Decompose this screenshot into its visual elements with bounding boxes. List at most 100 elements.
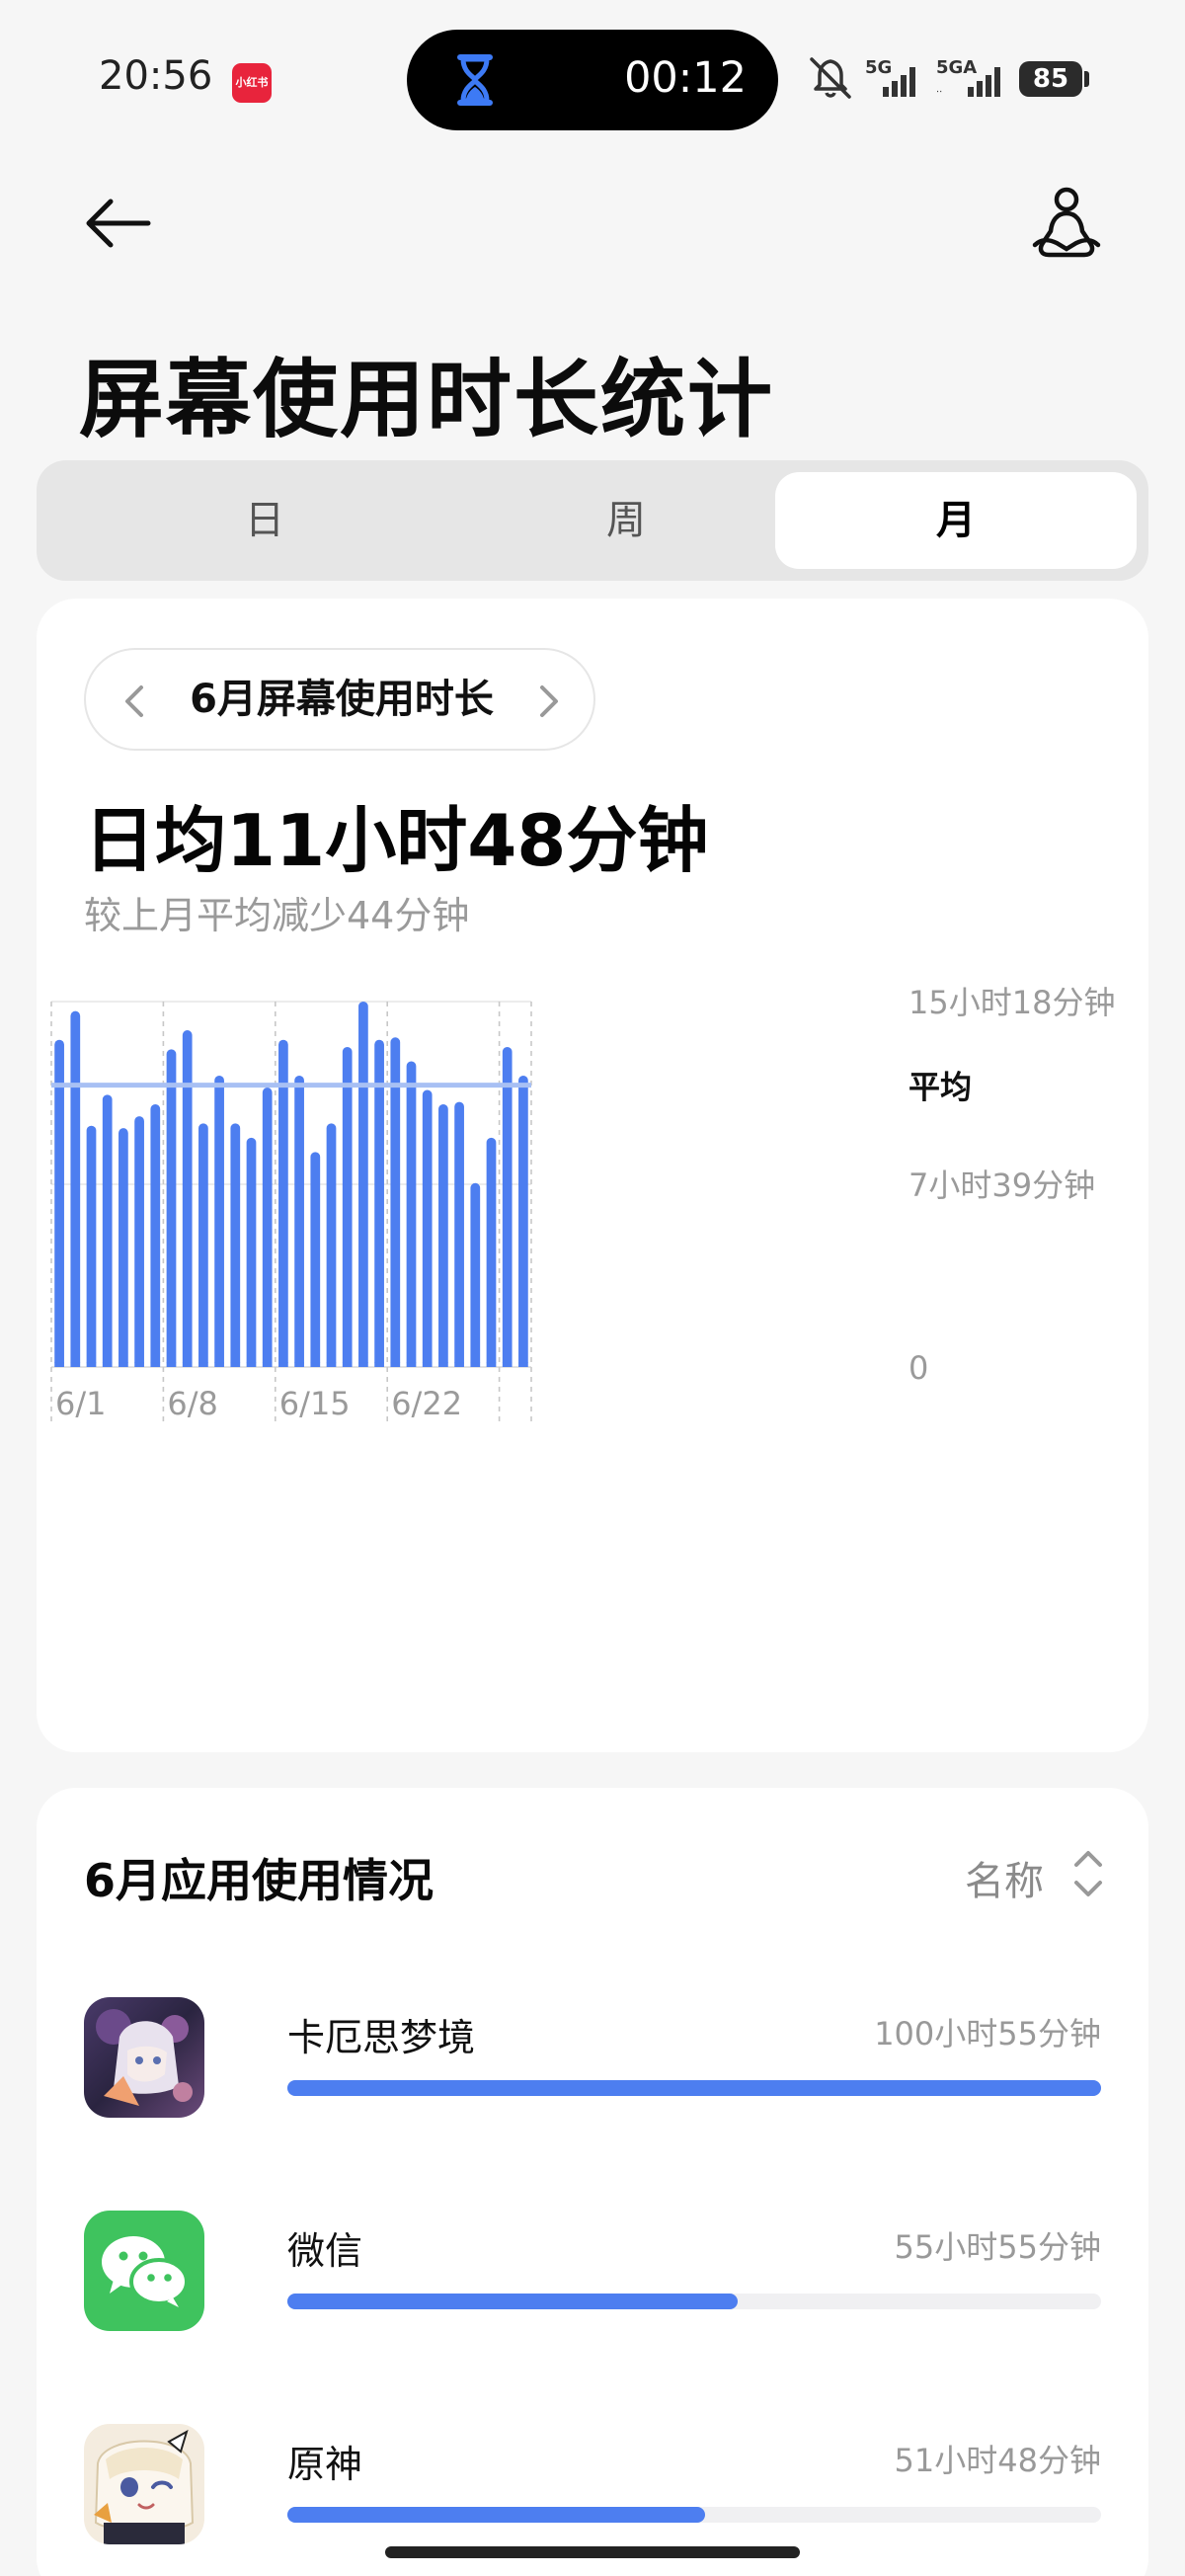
bar-base (118, 1362, 128, 1367)
bar (86, 1125, 97, 1367)
usage-summary-card: 6月屏幕使用时长 日均11小时48分钟 较上月平均减少44分钟 平均 15小时18… (37, 599, 1148, 1752)
bar-base (214, 1362, 224, 1367)
bar-base (358, 1362, 368, 1367)
bar-base (166, 1362, 177, 1367)
bar-base (374, 1362, 384, 1367)
chaos-zero-nightmare-app-icon (84, 1997, 204, 2118)
meditation-icon[interactable] (1027, 184, 1106, 269)
bar (486, 1137, 497, 1367)
sort-button[interactable]: 名称 (965, 1849, 1044, 1906)
bar-base (294, 1362, 304, 1367)
genshin-impact-app-icon (84, 2424, 204, 2544)
bar-base (486, 1362, 497, 1367)
bar-base (198, 1362, 208, 1367)
bar-base (502, 1362, 513, 1367)
bar-base (182, 1362, 193, 1367)
x-tick-label: 6/1 (55, 1385, 107, 1422)
battery-nub (1084, 71, 1089, 87)
bar (166, 1049, 177, 1367)
bar (230, 1123, 241, 1367)
bar (422, 1089, 433, 1367)
usage-progress-track (287, 2294, 1101, 2309)
usage-progress-track (287, 2507, 1101, 2523)
bar-base (422, 1362, 433, 1367)
bar-base (150, 1362, 161, 1367)
bar-base (70, 1362, 81, 1367)
bar (150, 1103, 161, 1367)
bar (102, 1094, 113, 1367)
app-row-wechat[interactable]: 微信 55小时55分钟 (84, 2211, 1101, 2333)
usage-bar-chart: 平均 15小时18分钟 7小时39分钟 0 6/1 6/8 6/15 6/22 (50, 984, 1115, 1424)
bar-base (246, 1362, 257, 1367)
bar (438, 1103, 448, 1367)
status-indicators: 5G 5GA ⋅⋅ 85 (808, 49, 1094, 109)
bar (214, 1075, 224, 1367)
bar (358, 1002, 368, 1367)
sort-chevrons-icon[interactable] (1068, 1845, 1108, 1902)
bar (470, 1182, 481, 1367)
app-usage-card: 6月应用使用情况 名称 卡厄思梦境 100小时55分钟 微信 55小时55分钟 … (37, 1788, 1148, 2576)
hourglass-icon (457, 54, 493, 106)
bar-base (262, 1362, 273, 1367)
bar (326, 1123, 337, 1367)
bar (54, 1039, 64, 1367)
bar-base (438, 1362, 448, 1367)
bar-base (134, 1362, 144, 1367)
usage-progress-bar (287, 2294, 739, 2309)
bar-base (86, 1362, 97, 1367)
y-tick-label: 7小时39分钟 (908, 1167, 1095, 1204)
tab-week[interactable]: 周 (445, 472, 807, 569)
period-tabs: 日 周 月 (37, 460, 1148, 581)
app-name: 原神 (287, 2443, 363, 2486)
bar (182, 1030, 193, 1367)
bar-base (102, 1362, 113, 1367)
bar-base (454, 1362, 464, 1367)
tab-month[interactable]: 月 (775, 472, 1137, 569)
xiaohongshu-notification-icon: 小红书 (232, 63, 272, 103)
bar (374, 1039, 384, 1367)
back-arrow-icon[interactable] (79, 188, 158, 267)
dynamic-island[interactable]: 00:12 (407, 30, 778, 130)
app-name: 微信 (287, 2229, 363, 2273)
bar (310, 1152, 321, 1367)
app-row-chaos-zero-nightmare[interactable]: 卡厄思梦境 100小时55分钟 (84, 1997, 1101, 2120)
bar-base (470, 1362, 481, 1367)
app-row-genshin-impact[interactable]: 原神 51小时48分钟 (84, 2424, 1101, 2546)
bar-base (342, 1362, 353, 1367)
bar (262, 1087, 273, 1367)
x-tick-label: 6/15 (279, 1385, 351, 1422)
bar (134, 1116, 144, 1367)
bar-base (310, 1362, 321, 1367)
usage-progress-bar (287, 2080, 1101, 2096)
bar-base (54, 1362, 64, 1367)
bar (70, 1010, 81, 1367)
app-usage-title: 6月应用使用情况 (84, 1854, 434, 1907)
bar (406, 1061, 417, 1367)
page-title: 屏幕使用时长统计 (79, 351, 774, 449)
bar (198, 1123, 208, 1367)
bar (246, 1137, 257, 1367)
x-tick-label: 6/8 (167, 1385, 218, 1422)
bar (278, 1039, 288, 1367)
bar (454, 1101, 464, 1367)
home-indicator[interactable] (385, 2546, 800, 2558)
tab-day[interactable]: 日 (84, 472, 445, 569)
bar-base (326, 1362, 337, 1367)
wechat-app-icon (84, 2211, 204, 2331)
battery-indicator: 85 (1019, 61, 1082, 97)
bar (342, 1046, 353, 1367)
bar-base (406, 1362, 417, 1367)
bar (502, 1046, 513, 1367)
app-usage-time: 100小时55分钟 (874, 2015, 1101, 2053)
bar (518, 1075, 528, 1367)
usage-progress-bar (287, 2507, 705, 2523)
app-name: 卡厄思梦境 (287, 2016, 476, 2059)
y-tick-label: 15小时18分钟 (908, 984, 1115, 1021)
average-label: 平均 (908, 1069, 972, 1106)
bar-base (390, 1362, 401, 1367)
usage-progress-track (287, 2080, 1101, 2096)
bar (294, 1075, 304, 1367)
status-time: 20:56 (99, 53, 213, 99)
timer-readout: 00:12 (624, 53, 747, 103)
bar-base (230, 1362, 241, 1367)
